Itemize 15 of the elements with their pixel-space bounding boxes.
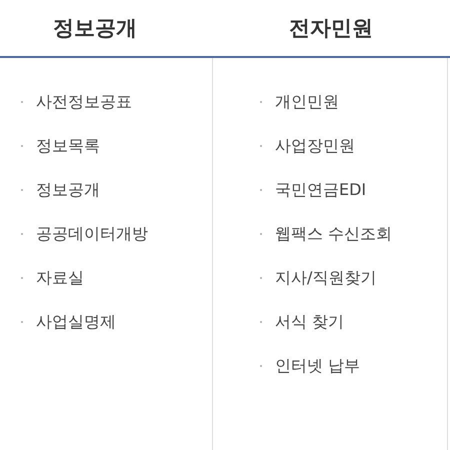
- menu-link[interactable]: 지사/직원찾기: [275, 264, 376, 291]
- section-heading: 정보공개: [52, 15, 138, 42]
- menu-link[interactable]: 사업장민원: [275, 132, 355, 159]
- menu-link[interactable]: 개인민원: [275, 88, 339, 115]
- menu-link[interactable]: 자료실: [36, 264, 84, 291]
- menu-link[interactable]: 정보공개: [36, 176, 100, 203]
- menu-link[interactable]: 사업실명제: [36, 308, 116, 335]
- menu-link[interactable]: 인터넷 납부: [275, 352, 360, 379]
- menu-link[interactable]: 정보목록: [36, 132, 100, 159]
- menu-link[interactable]: 웹팩스 수신조회: [275, 220, 392, 247]
- section-heading: 전자민원: [288, 15, 374, 42]
- menu-link[interactable]: 공공데이터개방: [36, 220, 148, 247]
- menu-link[interactable]: 사전정보공표: [36, 88, 132, 115]
- menu-link[interactable]: 국민연금EDI: [275, 176, 366, 203]
- menu-link[interactable]: 서식 찾기: [275, 308, 344, 335]
